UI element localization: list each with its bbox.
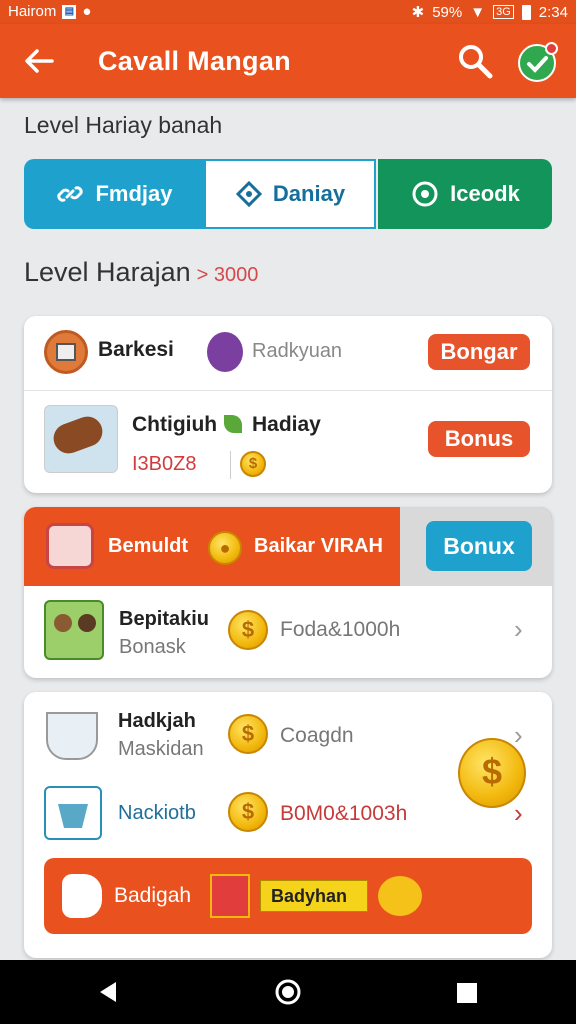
basket-icon bbox=[44, 786, 102, 840]
item-name: Hadkjah bbox=[118, 710, 196, 732]
bag-icon bbox=[62, 874, 102, 918]
recents-icon[interactable] bbox=[456, 982, 478, 1004]
reward-card-1: Barkesi Radkyuan Bongar Chtigiuh Hadiay … bbox=[24, 316, 552, 493]
item-value: Foda&1000h bbox=[280, 618, 401, 641]
divider bbox=[230, 451, 231, 479]
tab-daniay[interactable]: Daniay bbox=[204, 159, 376, 229]
list-item[interactable]: Barkesi Radkyuan Bongar bbox=[24, 316, 552, 390]
level-heading: Level Hariay banah bbox=[24, 112, 223, 138]
item-sub: Maskidan bbox=[118, 738, 204, 760]
network-badge: 3G bbox=[493, 5, 514, 19]
coin-icon: $ bbox=[228, 610, 268, 650]
header-right: Baikar VIRAH bbox=[254, 535, 383, 557]
chevron-right-icon: › bbox=[514, 798, 523, 828]
item-sub: Radkyuan bbox=[252, 340, 343, 362]
big-coin-icon: $ bbox=[458, 738, 526, 808]
list-item[interactable]: Chtigiuh Hadiay I3B0Z8 $ Bonus bbox=[24, 391, 552, 493]
back-arrow-icon[interactable] bbox=[22, 44, 56, 78]
section-title: Level Harajan > 3000 bbox=[24, 257, 258, 288]
back-icon[interactable] bbox=[96, 980, 120, 1004]
tab-label: Iceodk bbox=[450, 181, 520, 206]
reward-card-3: Hadkjah Maskidan $ Coagdn › Nackiotb $ B… bbox=[24, 692, 552, 958]
item-value: I3B0Z8 bbox=[132, 453, 197, 475]
chevron-right-icon: › bbox=[514, 720, 523, 750]
chest-icon bbox=[210, 874, 250, 918]
item-sub: Bonask bbox=[119, 636, 186, 658]
bluetooth-icon: ✱ bbox=[411, 4, 425, 21]
tab-fmdjay[interactable]: Fmdjay bbox=[24, 159, 204, 229]
leaf-icon bbox=[224, 415, 242, 433]
bonux-button[interactable]: Bonux bbox=[426, 521, 532, 571]
tab-iceodk[interactable]: Iceodk bbox=[378, 159, 552, 229]
battery-icon bbox=[521, 4, 531, 20]
app-notification-icon: ▤ bbox=[62, 4, 77, 19]
banner-mid: Badyhan bbox=[271, 886, 348, 906]
coin-icon: $ bbox=[228, 792, 268, 832]
check-icon[interactable] bbox=[518, 42, 558, 82]
section-title-text: Level Harajan bbox=[24, 257, 191, 287]
tab-label: Fmdjay bbox=[95, 181, 173, 206]
system-nav-bar bbox=[0, 960, 576, 1024]
list-item[interactable]: Bepitakiu Bonask $ Foda&1000h › bbox=[24, 586, 552, 678]
carrier-text: Hairom bbox=[8, 3, 57, 20]
bonus-button[interactable]: Bonus bbox=[428, 421, 530, 457]
bongar-button[interactable]: Bongar bbox=[428, 334, 530, 370]
tab-label: Daniay bbox=[272, 181, 346, 206]
diamond-icon bbox=[235, 180, 263, 208]
fruit-coin-icon: ● bbox=[208, 531, 242, 565]
fruit-icon bbox=[378, 876, 422, 916]
status-bar: Hairom ▤ ● ✱ 59% ▼ 3G 2:34 bbox=[0, 0, 576, 24]
app-bar: Cavall Mangan bbox=[0, 24, 576, 98]
item-name: Bepitakiu bbox=[119, 608, 210, 630]
reward-card-2: Bemuldt ● Baikar VIRAH Bonux Bepitakiu B… bbox=[24, 507, 552, 678]
target-icon bbox=[412, 181, 438, 207]
banner-mid-box: Badyhan bbox=[260, 880, 368, 912]
page-title: Cavall Mangan bbox=[98, 46, 291, 76]
coin-icon: $ bbox=[228, 714, 268, 754]
flash-icon: ● bbox=[82, 3, 92, 20]
header-left: Bemuldt bbox=[108, 535, 188, 557]
item-name: Chtigiuh bbox=[132, 413, 218, 436]
grape-icon bbox=[207, 332, 243, 372]
battery-percent: 59% bbox=[432, 3, 463, 21]
food-image-icon bbox=[44, 405, 118, 473]
tab-bar: Fmdjay Daniay Iceodk bbox=[24, 159, 552, 229]
item-name-2: Hadiay bbox=[252, 413, 321, 436]
chevron-right-icon: › bbox=[514, 614, 523, 644]
link-icon bbox=[57, 186, 84, 202]
item-value: Coagdn bbox=[280, 724, 354, 747]
item-name: Nackiotb bbox=[118, 802, 196, 824]
item-name: Barkesi bbox=[98, 338, 174, 361]
cup-icon bbox=[46, 523, 94, 569]
section-accent: > 3000 bbox=[196, 264, 259, 286]
coin-icon: $ bbox=[240, 451, 266, 477]
bowl-icon bbox=[46, 712, 98, 760]
card-header: Bemuldt ● Baikar VIRAH Bonux bbox=[24, 507, 552, 586]
wifi-icon: ▼ bbox=[470, 3, 486, 21]
home-icon[interactable] bbox=[274, 978, 302, 1006]
people-icon bbox=[44, 600, 104, 660]
clock: 2:34 bbox=[538, 3, 568, 21]
promo-banner[interactable]: Badigah Badyhan bbox=[44, 858, 532, 934]
item-value: B0M0&1003h bbox=[280, 802, 408, 825]
book-icon bbox=[44, 330, 88, 374]
search-icon[interactable] bbox=[456, 42, 494, 80]
notification-dot bbox=[545, 42, 558, 55]
banner-left: Badigah bbox=[114, 884, 192, 907]
